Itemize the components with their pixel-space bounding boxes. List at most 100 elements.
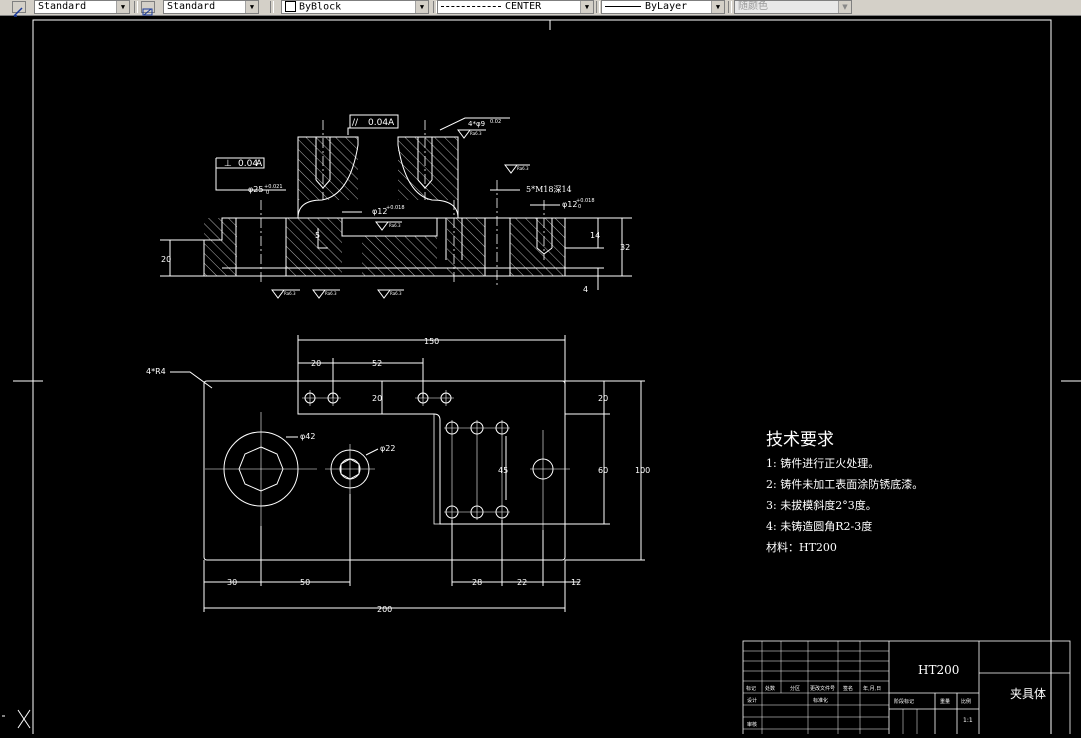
chevron-down-icon[interactable]: ▼ [580, 1, 593, 13]
lineweight-sample-icon [605, 5, 641, 7]
chevron-down-icon[interactable]: ▼ [711, 1, 724, 13]
plan-labels: 4*R4 φ42 φ22 150 20 52 20 20 60 100 45 3… [146, 337, 650, 614]
perpendicular-symbol: ⊥ [224, 159, 232, 169]
requirements-title: 技术要求 [766, 430, 834, 450]
title-header: 签名 [843, 685, 853, 692]
linetype-value: CENTER [505, 1, 542, 12]
title-header: 年,月,日 [863, 685, 881, 692]
plot-style-select[interactable]: 随颜色 ▼ [734, 0, 852, 14]
title-header: 更改文件号 [810, 685, 835, 692]
technical-requirements: 技术要求 1: 铸件进行正火处理。 2: 铸件未加工表面涂防锈底漆。 3: 未拔… [766, 430, 923, 554]
text-style-select[interactable]: Standard ▼ [34, 0, 130, 14]
dim-14: 14 [590, 231, 600, 240]
chevron-down-icon[interactable]: ▼ [415, 1, 428, 13]
dia-42-label: φ42 [300, 432, 315, 441]
dim-60: 60 [598, 466, 608, 475]
text-style-icon[interactable] [12, 1, 26, 17]
title-material: HT200 [918, 663, 959, 677]
ucs-icon [2, 709, 31, 729]
color-swatch-icon [285, 1, 296, 12]
holes-top-label: 4*φ9 [468, 120, 485, 128]
requirement-item: 3: 未拔模斜度2°3度。 [766, 498, 877, 512]
title-header: 分区 [790, 685, 800, 692]
toolbar-divider [270, 1, 274, 13]
title-row-label: 审核 [747, 721, 757, 728]
toolbar-divider [134, 1, 138, 13]
title-row-label: 设计 [747, 697, 757, 704]
color-value: ByBlock [299, 1, 342, 13]
dim-100: 100 [635, 466, 650, 475]
title-mid-label: 标准化 [813, 697, 828, 704]
perpendicular-datum: A [256, 159, 263, 169]
title-right-header: 比例 [961, 698, 971, 705]
dim-style-value: Standard [167, 1, 216, 12]
roughness-label: Ra6.3 [284, 291, 296, 296]
requirement-item: 4: 未铸造圆角R2-3度 [766, 519, 872, 533]
chevron-down-icon[interactable]: ▼ [116, 1, 129, 13]
color-group: ByBlock ▼ [281, 0, 429, 14]
parallel-datum: A [388, 118, 395, 128]
dim-20-b: 20 [372, 394, 382, 403]
dim-style-group: Standard ▼ [141, 0, 259, 16]
plot-style-value: 随颜色 [738, 1, 768, 12]
material-note: 材料：HT200 [766, 540, 837, 554]
roughness-label: Ra6.3 [390, 291, 402, 296]
sheet-center-marks [13, 20, 1081, 382]
requirement-item: 2: 铸件未加工表面涂防锈底漆。 [766, 477, 923, 491]
dim-style-select[interactable]: Standard ▼ [163, 0, 259, 14]
text-style-value: Standard [38, 1, 87, 12]
toolbar-divider [596, 1, 600, 13]
toolbar-divider [728, 1, 732, 13]
roughness-label: Ra6.3 [517, 166, 529, 171]
sheet-border [32, 19, 1052, 738]
dim-20-height: 20 [161, 255, 171, 264]
properties-toolbar: Standard ▼ Standard ▼ ByBlock ▼ CENTER ▼… [0, 0, 1081, 17]
bore-mid-tolerance: +0.018 [386, 205, 405, 211]
dim-28: 28 [472, 578, 482, 587]
dim-150: 150 [424, 337, 439, 346]
linetype-select[interactable]: CENTER ▼ [437, 0, 594, 14]
parallel-tolerance-value: 0.04 [368, 118, 388, 128]
title-scale: 1:1 [963, 717, 973, 724]
model-space-canvas[interactable]: // 0.04 A ⊥ 0.04 A 4*φ9 0.02 φ25 +0.021 … [0, 15, 1081, 738]
title-part-name: 夹具体 [1010, 687, 1046, 701]
lineweight-group: ByLayer ▼ [601, 0, 725, 14]
thread-label: 5*M18深14 [526, 185, 572, 194]
dim-20-c: 20 [598, 394, 608, 403]
dim-22: 22 [517, 578, 527, 587]
bore-right-tolerance-lower: 0 [578, 204, 581, 210]
dim-style-icon[interactable] [141, 1, 155, 16]
centerline-sample-icon [441, 5, 501, 7]
bore-left-label: φ25 [248, 185, 263, 194]
dim-5: 5 [315, 231, 320, 240]
dim-12: 12 [571, 578, 581, 587]
chevron-down-icon[interactable]: ▼ [838, 1, 851, 13]
dim-4: 4 [583, 285, 588, 294]
bore-left-tolerance-lower: 0 [266, 190, 269, 196]
dim-200: 200 [377, 605, 392, 614]
roughness-label: Ra6.3 [325, 291, 337, 296]
holes-top-depth: 0.02 [490, 119, 501, 125]
linetype-group: CENTER ▼ [437, 0, 594, 14]
dim-50: 50 [300, 578, 310, 587]
dia-22-label: φ22 [380, 444, 395, 453]
lineweight-value: ByLayer [645, 1, 688, 12]
dim-30: 30 [227, 578, 237, 587]
dim-20-a: 20 [311, 359, 321, 368]
radius-note: 4*R4 [146, 367, 166, 376]
title-right-header: 重量 [940, 698, 950, 705]
roughness-label: Ra6.3 [470, 131, 482, 136]
title-header: 处数 [765, 685, 775, 692]
chevron-down-icon[interactable]: ▼ [245, 1, 258, 13]
lineweight-select[interactable]: ByLayer ▼ [601, 0, 725, 14]
title-right-header: 阶段标记 [894, 698, 914, 705]
title-header: 标记 [746, 685, 756, 692]
parallel-symbol: // [352, 118, 359, 128]
color-select[interactable]: ByBlock ▼ [281, 0, 429, 14]
plot-style-group: 随颜色 ▼ [734, 0, 852, 14]
requirement-item: 1: 铸件进行正火处理。 [766, 456, 879, 470]
roughness-label: Ra6.3 [389, 223, 401, 228]
plan-view [170, 335, 645, 612]
dim-32: 32 [620, 243, 630, 252]
text-style-group: Standard ▼ [12, 0, 130, 17]
